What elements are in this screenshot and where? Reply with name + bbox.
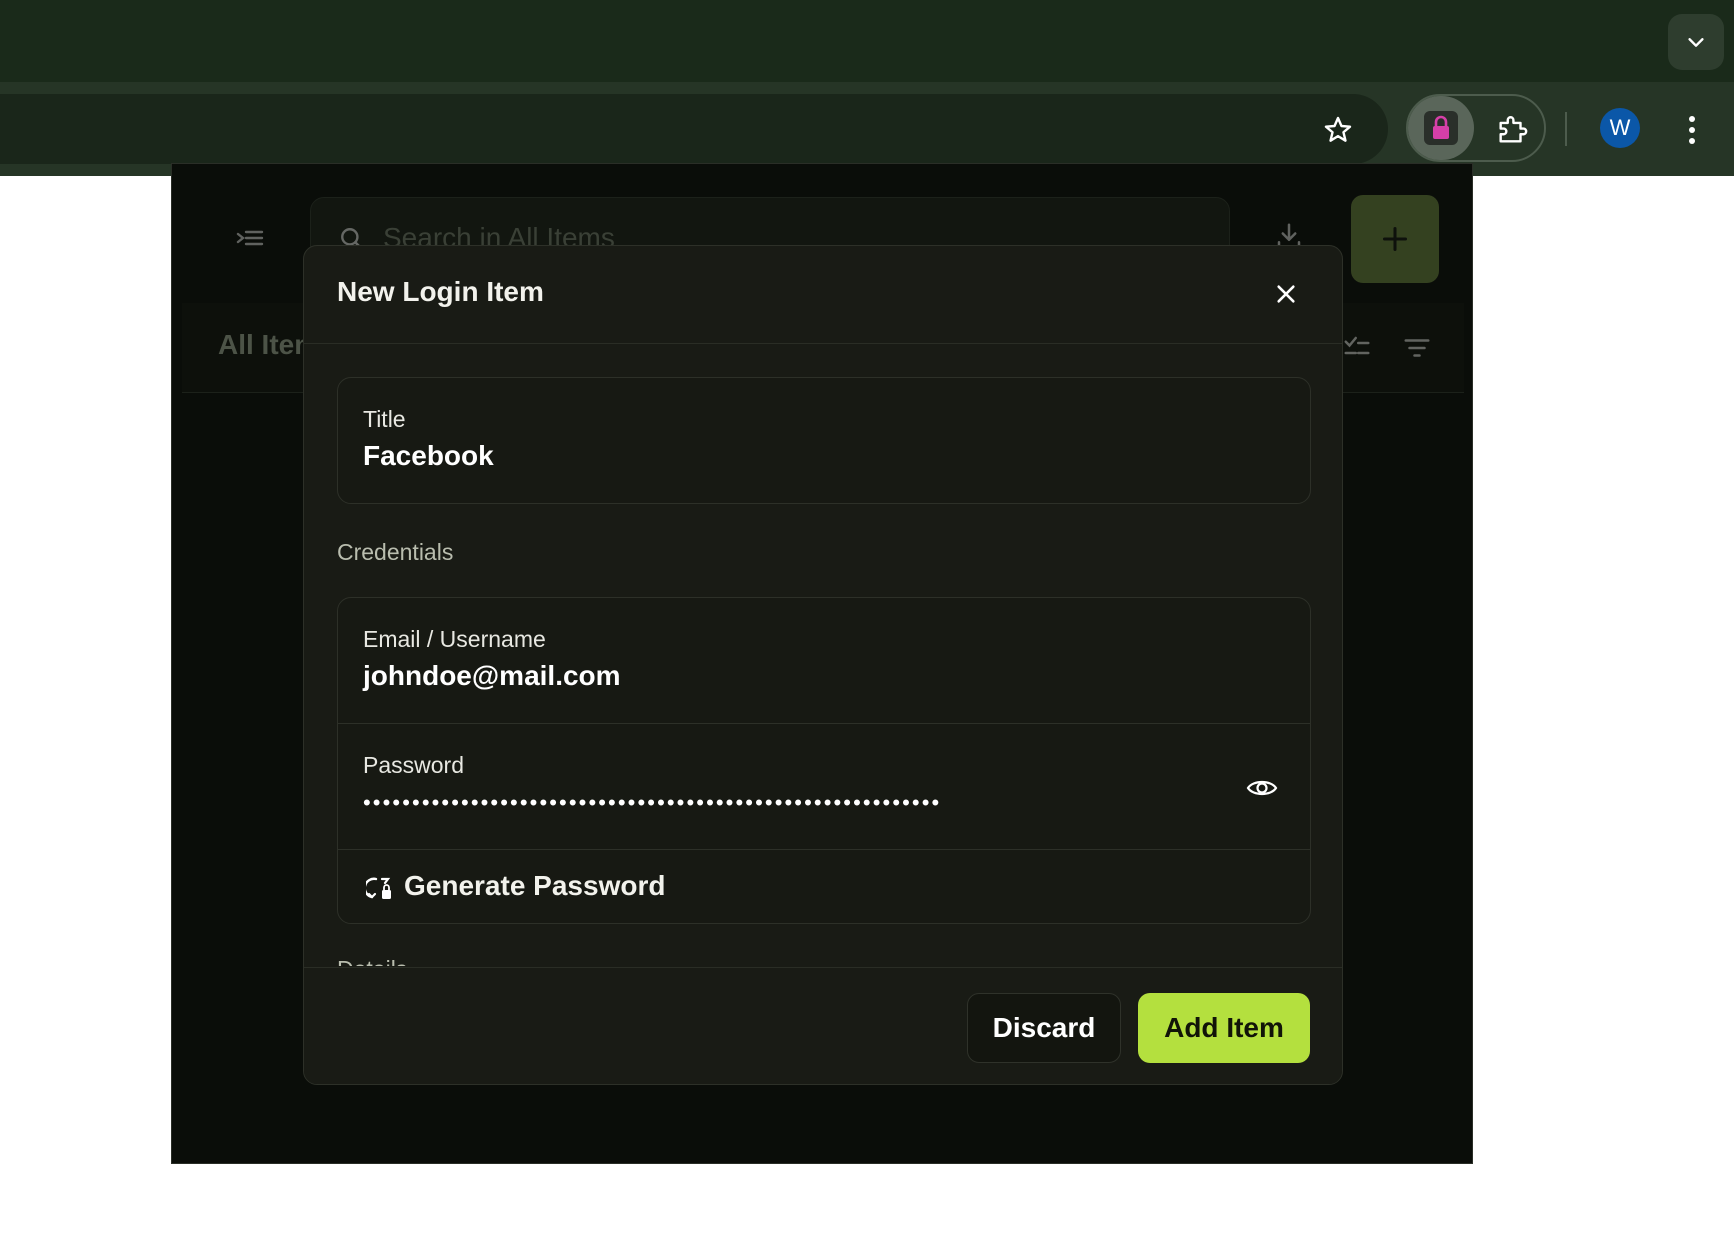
generate-password-button[interactable]: Generate Password bbox=[338, 851, 1310, 924]
password-label: Password bbox=[363, 752, 464, 778]
tab-search-button[interactable] bbox=[1668, 14, 1724, 70]
star-icon bbox=[1324, 116, 1352, 142]
close-button[interactable] bbox=[1266, 274, 1306, 314]
generate-password-label: Generate Password bbox=[404, 870, 666, 901]
dialog-footer: Discard Add Item bbox=[304, 967, 1342, 1084]
puzzle-icon bbox=[1499, 116, 1528, 143]
add-item-button[interactable]: Add Item bbox=[1138, 993, 1310, 1063]
profile-avatar[interactable]: W bbox=[1600, 108, 1640, 148]
email-label: Email / Username bbox=[363, 626, 546, 652]
toolbar-divider bbox=[1565, 112, 1567, 146]
extensions-button[interactable] bbox=[1484, 102, 1540, 158]
password-value[interactable]: ••••••••••••••••••••••••••••••••••••••••… bbox=[363, 790, 941, 816]
kebab-menu-icon bbox=[1689, 116, 1695, 144]
browser-menu-button[interactable] bbox=[1670, 102, 1714, 158]
menu-icon[interactable] bbox=[234, 224, 266, 256]
discard-button[interactable]: Discard bbox=[967, 993, 1121, 1063]
email-field[interactable]: Email / Username johndoe@mail.com bbox=[338, 598, 1310, 724]
browser-toolbar: W bbox=[0, 82, 1734, 176]
extension-popup: Search in All Items All Items New Login … bbox=[171, 163, 1473, 1164]
credentials-card: Email / Username johndoe@mail.com Passwo… bbox=[337, 597, 1311, 924]
bookmark-button[interactable] bbox=[1310, 102, 1366, 158]
chevron-down-icon bbox=[1688, 38, 1704, 47]
filter-icon[interactable] bbox=[1402, 333, 1432, 363]
new-login-item-dialog: New Login Item Title Facebook Credential… bbox=[303, 245, 1343, 1085]
dialog-title: New Login Item bbox=[337, 276, 544, 307]
lock-icon bbox=[1433, 115, 1449, 139]
browser-tabstrip bbox=[0, 0, 1734, 82]
close-icon bbox=[1277, 285, 1295, 303]
title-value[interactable]: Facebook bbox=[363, 440, 494, 472]
address-bar[interactable] bbox=[0, 94, 1388, 164]
credentials-section-label: Credentials bbox=[337, 539, 454, 565]
title-label: Title bbox=[363, 406, 406, 432]
details-section-label: Details bbox=[337, 956, 407, 966]
generate-icon bbox=[366, 877, 391, 899]
eye-icon bbox=[1246, 780, 1278, 796]
password-field[interactable]: Password •••••••••••••••••••••••••••••••… bbox=[338, 724, 1310, 850]
sort-icon[interactable] bbox=[1342, 333, 1372, 363]
show-password-button[interactable] bbox=[1244, 770, 1280, 806]
new-item-button[interactable] bbox=[1351, 195, 1439, 283]
password-manager-extension-button[interactable] bbox=[1408, 96, 1474, 160]
dialog-header: New Login Item bbox=[304, 246, 1342, 344]
title-field[interactable]: Title Facebook bbox=[337, 377, 1311, 504]
plus-icon bbox=[1382, 226, 1408, 252]
email-value[interactable]: johndoe@mail.com bbox=[363, 660, 621, 692]
